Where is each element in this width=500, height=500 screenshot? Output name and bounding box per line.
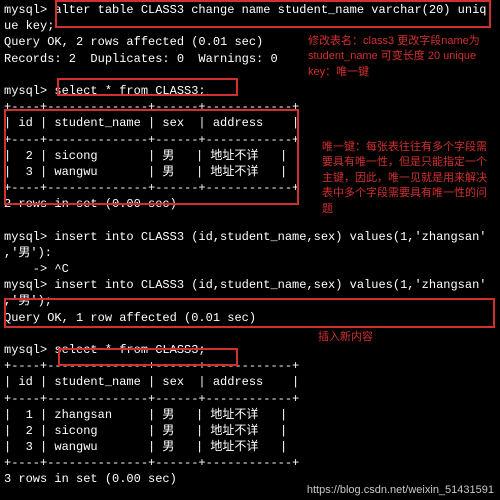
line-records: Records: 2 Duplicates: 0 Warnings: 0 <box>4 52 278 66</box>
line-insert-2b: ,'男'); <box>4 294 52 308</box>
table1-row-2: | 3 | wangwu | 男 | 地址不详 | <box>4 165 287 179</box>
line-select-1: mysql> select * from CLASS3; <box>4 84 206 98</box>
line-ctrl-c: -> ^C <box>4 262 69 276</box>
table2-sep-mid: +----+--------------+------+------------… <box>4 392 299 406</box>
annotation-unique-key: 唯一键：每张表往往有多个字段需要具有唯一性，但是只能指定一个主键，因此，唯一见就… <box>322 140 497 217</box>
table1-sep-top: +----+--------------+------+------------… <box>4 100 299 114</box>
line-insert-2a: mysql> insert into CLASS3 (id,student_na… <box>4 278 486 292</box>
line-insert-1a: mysql> insert into CLASS3 (id,student_na… <box>4 230 486 244</box>
line-rows2: 2 rows in set (0.00 sec) <box>4 197 177 211</box>
table1-header: | id | student_name | sex | address | <box>4 116 299 130</box>
table1-sep-mid: +----+--------------+------+------------… <box>4 133 299 147</box>
table2-row-2: | 2 | sicong | 男 | 地址不详 | <box>4 424 287 438</box>
line-alter-2: ue key; <box>4 19 54 33</box>
line-queryok-1row: Query OK, 1 row affected (0.01 sec) <box>4 311 256 325</box>
table2-sep-top: +----+--------------+------+------------… <box>4 359 299 373</box>
table1-sep-bot: +----+--------------+------+------------… <box>4 181 299 195</box>
watermark: https://blog.csdn.net/weixin_51431591 <box>307 483 494 498</box>
line-insert-1b: ,'男'): <box>4 246 52 260</box>
line-rows3: 3 rows in set (0.00 sec) <box>4 472 177 486</box>
annotation-alter-table: 修改表名：class3 更改字段name为 student_name 可变长度 … <box>308 34 488 80</box>
table2-header: | id | student_name | sex | address | <box>4 375 299 389</box>
table2-sep-bot: +----+--------------+------+------------… <box>4 456 299 470</box>
annotation-insert: 插入新内容 <box>318 330 468 345</box>
line-alter-1: mysql> alter table CLASS3 change name st… <box>4 3 486 17</box>
line-select-2: mysql> select * from CLASS3; <box>4 343 206 357</box>
table1-row-1: | 2 | sicong | 男 | 地址不详 | <box>4 149 287 163</box>
table2-row-1: | 1 | zhangsan | 男 | 地址不详 | <box>4 408 287 422</box>
table2-row-3: | 3 | wangwu | 男 | 地址不详 | <box>4 440 287 454</box>
line-queryok-2rows: Query OK, 2 rows affected (0.01 sec) <box>4 35 263 49</box>
